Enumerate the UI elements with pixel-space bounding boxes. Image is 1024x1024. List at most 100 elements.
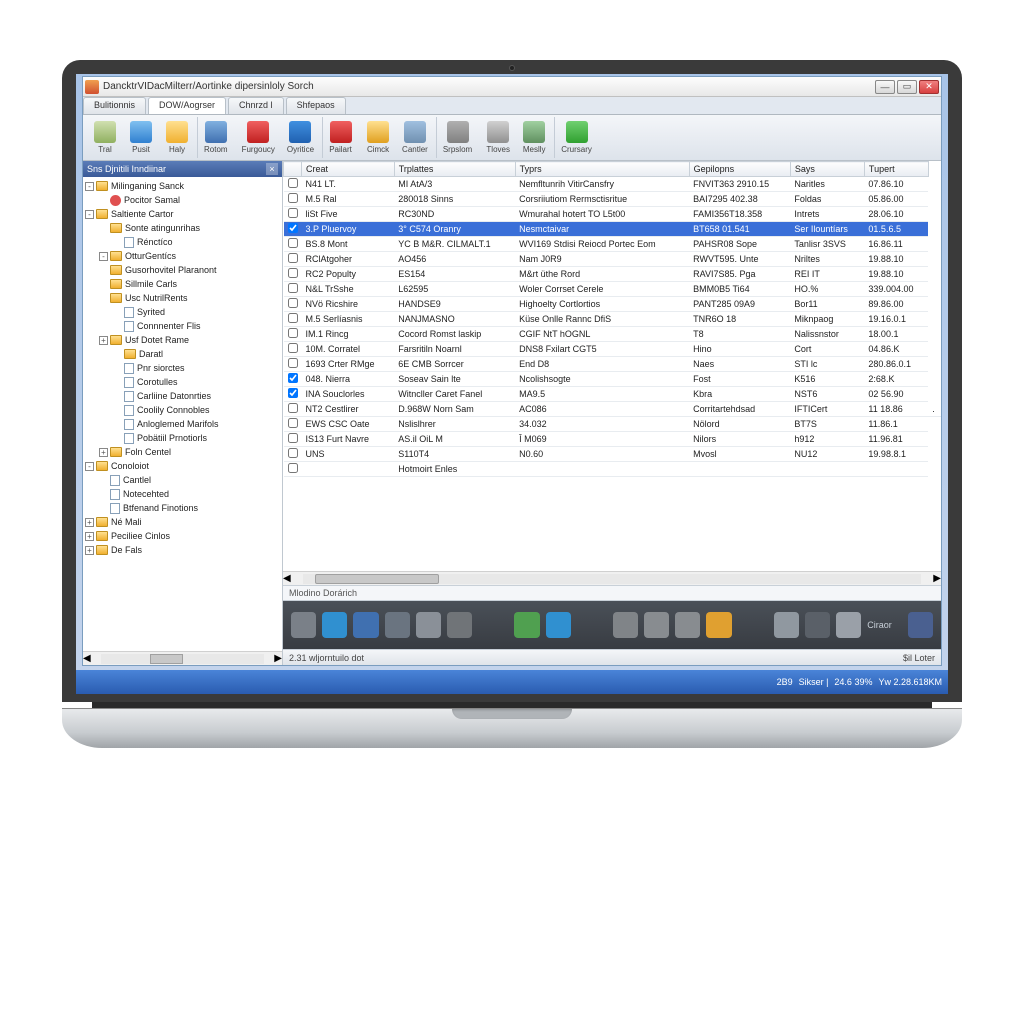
row-checkbox[interactable]	[288, 433, 298, 443]
tree-item-5[interactable]: -OtturGentícs	[85, 249, 280, 263]
tree-item-19[interactable]: +Foln Centel	[85, 445, 280, 459]
expand-icon[interactable]: -	[99, 252, 108, 261]
col-header-3[interactable]: Typrs	[515, 162, 689, 177]
tree-item-24[interactable]: +Né Mali	[85, 515, 280, 529]
expand-icon[interactable]: -	[85, 462, 94, 471]
dock-item-1[interactable]	[322, 612, 347, 638]
tree-item-3[interactable]: Sonte atingunrihas	[85, 221, 280, 235]
col-header-6[interactable]: Tupert	[864, 162, 928, 177]
tree-item-20[interactable]: -Conoloiot	[85, 459, 280, 473]
os-taskbar[interactable]: 2B9 Sikser | 24.6 39% Yw 2.28.618KM	[76, 670, 948, 694]
tray-item-1[interactable]: Sikser |	[799, 677, 829, 687]
tree-item-7[interactable]: Sillmile Carls	[85, 277, 280, 291]
expand-icon[interactable]: -	[85, 210, 94, 219]
tree-item-4[interactable]: Rénctíco	[85, 235, 280, 249]
tool-srpslom[interactable]: Srpslom	[436, 117, 478, 158]
table-row[interactable]: EWS CSC OateNslislhrer34.032NölordBT7S11…	[284, 417, 942, 432]
dock-item-8[interactable]	[613, 612, 638, 638]
table-row[interactable]: IS13 Furt NavreAS.il OiL MÎ M069Nilorsh9…	[284, 432, 942, 447]
row-checkbox[interactable]	[288, 298, 298, 308]
row-checkbox[interactable]	[288, 178, 298, 188]
tool-cimck[interactable]: Cimck	[360, 117, 396, 158]
expand-icon[interactable]: +	[99, 336, 108, 345]
tree-item-13[interactable]: Pnr siorctes	[85, 361, 280, 375]
tree-item-25[interactable]: +Peciliee Cinlos	[85, 529, 280, 543]
dock-item-end[interactable]	[908, 612, 933, 638]
row-checkbox[interactable]	[288, 358, 298, 368]
tray-item-3[interactable]: Yw 2.28.618KM	[878, 677, 942, 687]
tree-item-0[interactable]: -Milinganing Sanck	[85, 179, 280, 193]
dock-item-5[interactable]	[447, 612, 472, 638]
row-checkbox[interactable]	[288, 253, 298, 263]
col-header-2[interactable]: Trplattes	[394, 162, 515, 177]
table-row[interactable]: N&L TrSsheL62595Woler Corrset CereleBMM0…	[284, 282, 942, 297]
tree-item-21[interactable]: Cantlel	[85, 473, 280, 487]
row-checkbox[interactable]	[288, 193, 298, 203]
tree-item-22[interactable]: Notecehted	[85, 487, 280, 501]
dock-item-3[interactable]	[385, 612, 410, 638]
tool-pailart[interactable]: Pailart	[322, 117, 358, 158]
table-row[interactable]: BS.8 MontYC B M&R. CILMALT.1WVI169 Stdis…	[284, 237, 942, 252]
tool-haly[interactable]: Haly	[159, 117, 195, 158]
col-header-5[interactable]: Says	[790, 162, 864, 177]
dock-item-2[interactable]	[353, 612, 378, 638]
row-checkbox[interactable]	[288, 283, 298, 293]
table-row[interactable]: 1693 Crter RMge6E CMB SorrcerEnd D8NaesS…	[284, 357, 942, 372]
expand-icon[interactable]: +	[85, 546, 94, 555]
tree-item-2[interactable]: -Saltiente Cartor	[85, 207, 280, 221]
sidebar-scrollbar[interactable]: ◀▶	[83, 651, 282, 665]
table-row[interactable]: RC2 PopultyES154M&rt üthe RordRAVI7S85. …	[284, 267, 942, 282]
tray-item-2[interactable]: 24.6 39%	[834, 677, 872, 687]
tree-item-8[interactable]: Usc NutrilRents	[85, 291, 280, 305]
row-checkbox[interactable]	[288, 418, 298, 428]
tree-view[interactable]: -Milinganing SanckPocitor Samal-Saltient…	[83, 177, 282, 651]
tree-item-15[interactable]: Carliine Datonrties	[85, 389, 280, 403]
close-button[interactable]: ✕	[919, 80, 939, 94]
dock-item-7[interactable]	[546, 612, 571, 638]
row-checkbox[interactable]	[288, 328, 298, 338]
tool-crursary[interactable]: Crursary	[554, 117, 598, 158]
row-checkbox[interactable]	[288, 268, 298, 278]
table-row[interactable]: liSt FiveRC30NDWmurahal hotert TO L5t00F…	[284, 207, 942, 222]
data-grid[interactable]: CreatTrplattesTyprsGepilopnsSaysTupertN4…	[283, 161, 941, 571]
tree-item-1[interactable]: Pocitor Samal	[85, 193, 280, 207]
table-row[interactable]: N41 LT.MI AtA/3Nemfltunrih VitirCansfryF…	[284, 177, 942, 192]
table-row[interactable]: 3.P Pluervoy3° C574 OranryNesmctaivarBT6…	[284, 222, 942, 237]
row-checkbox[interactable]	[288, 403, 298, 413]
table-row[interactable]: M.5 SerlíasnisNANJMASNOKüse Onlle Rannc …	[284, 312, 942, 327]
row-checkbox[interactable]	[288, 463, 298, 473]
row-checkbox[interactable]	[288, 223, 298, 233]
expand-icon[interactable]: -	[85, 182, 94, 191]
col-header-4[interactable]: Gepilopns	[689, 162, 790, 177]
row-checkbox[interactable]	[288, 373, 298, 383]
table-row[interactable]: IM.1 RincgCocord Romst laskipCGIF NtT hO…	[284, 327, 942, 342]
row-checkbox[interactable]	[288, 313, 298, 323]
expand-icon[interactable]: +	[99, 448, 108, 457]
tab-1[interactable]: DOW/Aogrser	[148, 97, 226, 114]
tree-item-10[interactable]: Connnenter Flis	[85, 319, 280, 333]
dock-item-11[interactable]	[706, 612, 731, 638]
table-row[interactable]: Hotmoirt Enles	[284, 462, 942, 477]
row-checkbox[interactable]	[288, 448, 298, 458]
maximize-button[interactable]: ▭	[897, 80, 917, 94]
grid-scrollbar[interactable]: ◀▶	[283, 571, 941, 585]
dock-item-0[interactable]	[291, 612, 316, 638]
dock-item-14[interactable]	[836, 612, 861, 638]
tree-item-9[interactable]: Syrited	[85, 305, 280, 319]
dock-item-12[interactable]	[774, 612, 799, 638]
sidebar-close-icon[interactable]: ×	[266, 163, 278, 175]
tool-tloves[interactable]: Tloves	[480, 117, 516, 158]
tool-pust[interactable]: Pusit	[123, 117, 159, 158]
tree-item-14[interactable]: Corotulles	[85, 375, 280, 389]
tree-item-23[interactable]: Btfenand Finotions	[85, 501, 280, 515]
table-row[interactable]: UNSS110T4N0.60MvoslNU1219.98.8.1	[284, 447, 942, 462]
dock-item-9[interactable]	[644, 612, 669, 638]
table-row[interactable]: NVö RicshireHANDSE9Highoelty Cortlortios…	[284, 297, 942, 312]
tab-2[interactable]: Chnrzd l	[228, 97, 284, 114]
dock-item-4[interactable]	[416, 612, 441, 638]
row-checkbox[interactable]	[288, 388, 298, 398]
table-row[interactable]: INA SouclorlesWitncller Caret FanelMA9.5…	[284, 387, 942, 402]
tray-item-0[interactable]: 2B9	[777, 677, 793, 687]
dock-item-10[interactable]	[675, 612, 700, 638]
tab-0[interactable]: Bulitionnis	[83, 97, 146, 114]
